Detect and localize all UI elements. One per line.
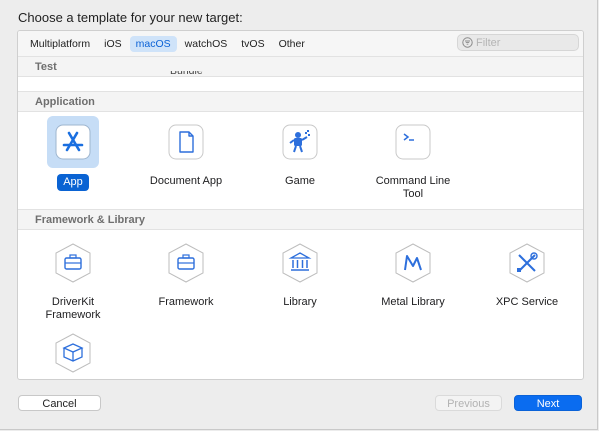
document-icon (168, 124, 204, 160)
template-game[interactable]: Game (245, 116, 355, 189)
library-icon (282, 243, 318, 283)
cancel-button[interactable]: Cancel (18, 395, 101, 411)
template-sheet: Choose a template for your new target: M… (0, 0, 598, 430)
label-line-1: Command Line (375, 175, 451, 187)
library-icon-tile (274, 237, 326, 289)
metal-icon-tile (387, 237, 439, 289)
driverkit-icon-tile (47, 237, 99, 289)
next-button[interactable]: Next (514, 395, 582, 411)
template-panel: Multiplatform iOS macOS watchOS tvOS Oth… (17, 30, 584, 380)
package-icon-tile (47, 327, 99, 379)
app-store-icon (55, 124, 91, 160)
template-label: Metal Library (381, 296, 445, 308)
label-line-1: DriverKit (51, 296, 95, 308)
package-icon (55, 333, 91, 373)
app-icon-tile (47, 116, 99, 168)
template-label: Document App (149, 175, 223, 187)
label-line-2: Tool (402, 188, 424, 200)
template-document-app[interactable]: Document App (131, 116, 241, 189)
template-label: XPC Service (495, 296, 559, 308)
template-driverkit-framework[interactable]: DriverKit Framework (18, 237, 128, 323)
template-xpc-service[interactable]: XPC Service (472, 237, 582, 310)
game-icon-tile (274, 116, 326, 168)
xpc-icon-tile (501, 237, 553, 289)
template-label: App (57, 174, 89, 191)
template-package[interactable] (18, 327, 128, 379)
platform-tabs: Multiplatform iOS macOS watchOS tvOS Oth… (24, 36, 313, 52)
xpc-tools-icon (509, 243, 545, 283)
section-header-application: Application (18, 91, 583, 112)
template-label: Command Line Tool (372, 174, 455, 202)
dialog-heading: Choose a template for your new target: (18, 10, 243, 25)
tab-multiplatform[interactable]: Multiplatform (24, 36, 96, 52)
tab-ios[interactable]: iOS (98, 36, 128, 52)
template-app[interactable]: App (18, 116, 128, 191)
terminal-icon (395, 124, 431, 160)
filter-icon (462, 37, 473, 48)
template-metal-library[interactable]: Metal Library (358, 237, 468, 310)
platform-toolbar: Multiplatform iOS macOS watchOS tvOS Oth… (18, 31, 583, 57)
document-icon-tile (160, 116, 212, 168)
template-library[interactable]: Library (245, 237, 355, 310)
template-label: Game (285, 175, 315, 187)
tab-tvos[interactable]: tvOS (235, 36, 270, 52)
section-header-test: Test (18, 56, 583, 77)
filter-field[interactable] (457, 34, 579, 51)
template-label: DriverKit Framework (41, 295, 104, 323)
tab-other[interactable]: Other (273, 36, 311, 52)
game-icon (282, 124, 318, 160)
framework-icon-tile (160, 237, 212, 289)
tab-watchos[interactable]: watchOS (179, 36, 234, 52)
template-label: Library (283, 296, 317, 308)
tab-macos[interactable]: macOS (129, 36, 177, 52)
terminal-icon-tile (387, 116, 439, 168)
label-line-2: Framework (45, 309, 101, 321)
metal-icon (395, 243, 431, 283)
template-framework[interactable]: Framework (131, 237, 241, 310)
template-command-line-tool[interactable]: Command Line Tool (358, 116, 468, 202)
filter-input[interactable] (476, 36, 574, 49)
template-label: Framework (158, 296, 214, 308)
section-header-framework-library: Framework & Library (18, 209, 583, 230)
toolbox-icon (168, 243, 204, 283)
toolbox-icon (55, 243, 91, 283)
previous-button[interactable]: Previous (435, 395, 502, 411)
